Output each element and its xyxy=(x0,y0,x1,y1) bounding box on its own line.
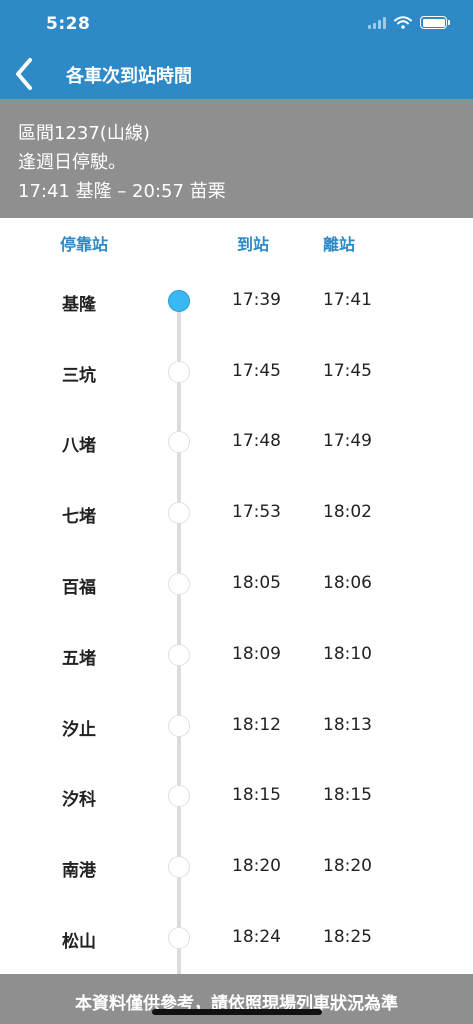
column-header-arrive: 到站 xyxy=(237,235,270,254)
stop-depart-time: 18:25 xyxy=(323,927,372,947)
stop-depart-time: 18:15 xyxy=(323,785,372,805)
stop-depart-time: 17:41 xyxy=(323,290,372,310)
battery-icon xyxy=(420,16,450,29)
stop-station: 七堵 xyxy=(62,507,96,527)
train-note: 逢週日停駛。 xyxy=(18,152,126,173)
stop-row[interactable]: 百福 18:05 18:06 xyxy=(0,563,473,603)
page-title: 各車次到站時間 xyxy=(66,66,192,87)
back-chevron-icon[interactable] xyxy=(12,56,36,92)
stop-depart-time: 18:02 xyxy=(323,502,372,522)
stop-arrive-time: 18:09 xyxy=(232,644,281,664)
column-header-station: 停靠站 xyxy=(60,235,109,254)
stop-station: 汐止 xyxy=(62,720,96,740)
stop-arrive-time: 18:20 xyxy=(232,856,281,876)
stop-row[interactable]: 南港 18:20 18:20 xyxy=(0,846,473,886)
stop-dot-icon xyxy=(168,431,190,453)
signal-icon xyxy=(368,16,386,29)
stop-station: 松山 xyxy=(62,932,96,952)
train-name: 區間1237(山線) xyxy=(18,123,150,144)
train-route: 17:41 基隆 – 20:57 苗栗 xyxy=(18,181,226,202)
stop-row[interactable]: 七堵 17:53 18:02 xyxy=(0,492,473,532)
stop-depart-time: 18:20 xyxy=(323,856,372,876)
status-icons xyxy=(368,16,450,29)
stop-row[interactable]: 三坑 17:45 17:45 xyxy=(0,351,473,391)
train-info-panel: 區間1237(山線) 逢週日停駛。 17:41 基隆 – 20:57 苗栗 xyxy=(0,99,473,218)
stop-arrive-time: 17:53 xyxy=(232,502,281,522)
stop-station: 基隆 xyxy=(62,295,96,315)
stop-depart-time: 17:45 xyxy=(323,361,372,381)
stop-depart-time: 17:49 xyxy=(323,431,372,451)
stop-dot-icon xyxy=(168,785,190,807)
stop-arrive-time: 18:15 xyxy=(232,785,281,805)
stop-dot-icon xyxy=(168,856,190,878)
column-header-depart: 離站 xyxy=(323,235,356,254)
current-stop-dot-icon xyxy=(168,290,190,312)
stop-row[interactable]: 汐科 18:15 18:15 xyxy=(0,775,473,815)
stop-row[interactable]: 松山 18:24 18:25 xyxy=(0,917,473,957)
stop-row[interactable]: 基隆 17:39 17:41 xyxy=(0,280,473,320)
stop-station: 八堵 xyxy=(62,436,96,456)
stop-depart-time: 18:13 xyxy=(323,715,372,735)
stop-dot-icon xyxy=(168,361,190,383)
stop-row[interactable]: 汐止 18:12 18:13 xyxy=(0,705,473,745)
stop-station: 三坑 xyxy=(62,366,96,386)
wifi-icon xyxy=(394,16,412,29)
stop-station: 南港 xyxy=(62,861,96,881)
stop-station: 汐科 xyxy=(62,790,96,810)
stop-arrive-time: 18:24 xyxy=(232,927,281,947)
home-indicator[interactable] xyxy=(152,1009,322,1015)
stop-dot-icon xyxy=(168,927,190,949)
disclaimer-footer: 本資料僅供參考，請依照現場列車狀況為準 xyxy=(0,974,473,1024)
stop-arrive-time: 18:05 xyxy=(232,573,281,593)
stop-arrive-time: 17:39 xyxy=(232,290,281,310)
stop-arrive-time: 17:45 xyxy=(232,361,281,381)
stop-dot-icon xyxy=(168,573,190,595)
app-header: 5:28 各車次到站時間 xyxy=(0,0,473,99)
stop-dot-icon xyxy=(168,502,190,524)
stop-arrive-time: 17:48 xyxy=(232,431,281,451)
stop-arrive-time: 18:12 xyxy=(232,715,281,735)
stop-row[interactable]: 五堵 18:09 18:10 xyxy=(0,634,473,674)
stop-dot-icon xyxy=(168,644,190,666)
stop-station: 五堵 xyxy=(62,649,96,669)
status-time: 5:28 xyxy=(46,14,91,34)
stop-depart-time: 18:10 xyxy=(323,644,372,664)
stop-dot-icon xyxy=(168,715,190,737)
stop-depart-time: 18:06 xyxy=(323,573,372,593)
stop-station: 百福 xyxy=(62,578,96,598)
stop-row[interactable]: 八堵 17:48 17:49 xyxy=(0,421,473,461)
